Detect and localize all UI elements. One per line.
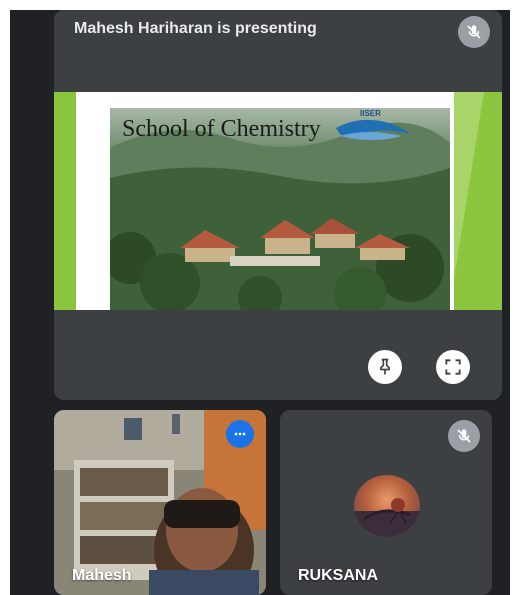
participant-name: RUKSANA bbox=[298, 567, 378, 584]
participant-name: Mahesh bbox=[72, 567, 132, 584]
shared-slide: School of Chemistry IISER bbox=[54, 92, 502, 310]
pin-button[interactable] bbox=[368, 350, 402, 384]
avatar bbox=[354, 475, 420, 537]
more-options-icon bbox=[234, 432, 246, 436]
iiser-logo-icon: IISER bbox=[336, 109, 410, 140]
slide-title: School of Chemistry bbox=[122, 116, 321, 142]
mic-off-icon bbox=[458, 16, 490, 48]
mic-off-icon bbox=[448, 420, 480, 452]
fullscreen-button[interactable] bbox=[436, 350, 470, 384]
participant-tile-mahesh[interactable]: Mahesh bbox=[54, 410, 266, 595]
meeting-screen: Mahesh Hariharan is presenting School of… bbox=[10, 10, 510, 595]
participant-tile-ruksana[interactable]: RUKSANA bbox=[280, 410, 492, 595]
logo-text: IISER bbox=[360, 109, 381, 118]
fullscreen-icon bbox=[445, 359, 461, 375]
presentation-tile[interactable]: Mahesh Hariharan is presenting School of… bbox=[54, 10, 502, 400]
pin-icon bbox=[380, 358, 390, 375]
presenter-status: Mahesh Hariharan is presenting bbox=[74, 20, 317, 37]
more-options-button[interactable] bbox=[226, 420, 254, 448]
avatar-image bbox=[354, 498, 420, 537]
